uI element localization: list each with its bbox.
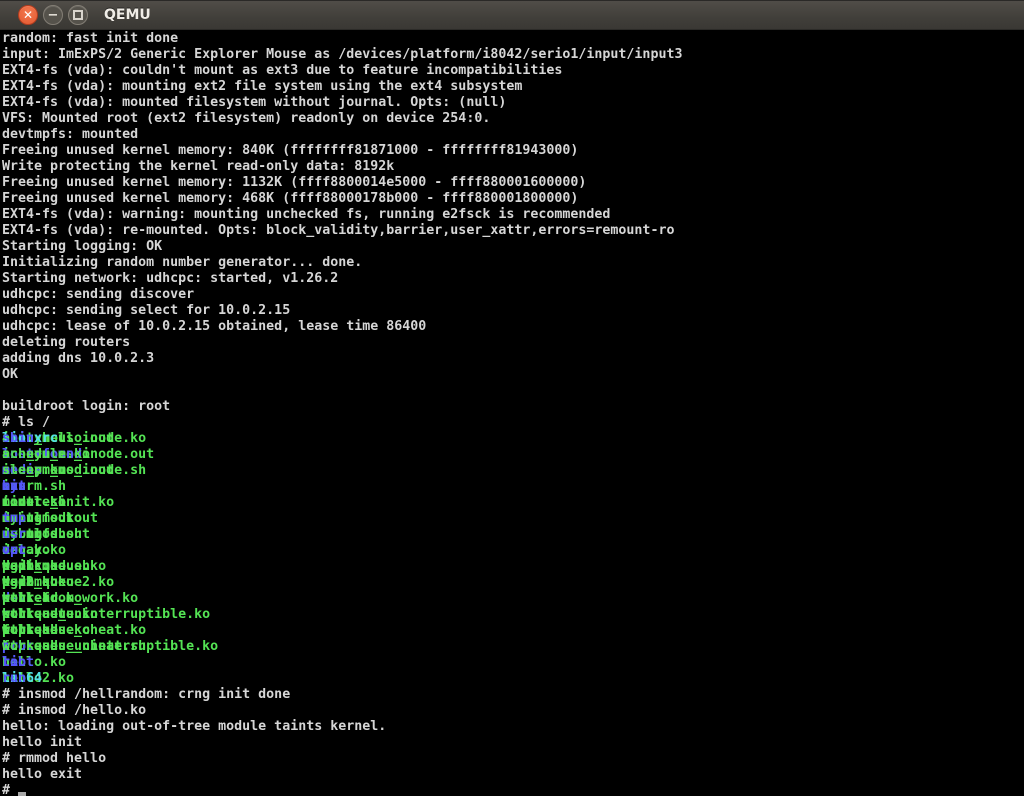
listing-row: anonymous_inode.koinit_hello.outlinuxrcs… [2,431,1024,447]
file-entry: sleep.ko [2,463,66,479]
terminal-line: Starting logging: OK [2,239,1024,255]
terminal-line: EXT4-fs (vda): couldn't mount as ext3 du… [2,63,1024,79]
terminal-line: hello init [2,735,1024,751]
listing-row: bininsrm.shmntsys [2,479,1024,495]
terminal-line: adding dns 10.0.2.3 [2,351,1024,367]
prompt-line: # [2,783,1024,796]
terminal-line: # rmmod hello [2,751,1024,767]
terminal-line: hello exit [2,767,1024,783]
minimize-icon: − [48,9,59,22]
terminal-line: Freeing unused kernel memory: 1132K (fff… [2,175,1024,191]
terminal-line: VFS: Mounted root (ext2 filesystem) read… [2,111,1024,127]
file-entry: schedule.ko [2,447,90,463]
terminal-line: EXT4-fs (vda): mounting ext2 file system… [2,79,1024,95]
terminal-line: input: ImExPS/2 Generic Explorer Mouse a… [2,47,1024,63]
listing-row: fops.kokthreads.kopoll.shworkqueue_cheat… [2,623,1024,639]
file-entry: workqueue.ko [2,607,98,623]
listing-row: debugfs.shioctl.shmyrmmod.outusr [2,527,1024,543]
terminal-line: udhcpc: sending select for 10.0.2.15 [2,303,1024,319]
file-entry: root [2,655,34,671]
listing-row: anonymous_inode.shins_rm_mod.outmediasle… [2,463,1024,479]
terminal-line: Freeing unused kernel memory: 840K (ffff… [2,143,1024,159]
listing-row: anonymous_inode.outins_rm_modlost+founds… [2,447,1024,463]
listing-row: hello.kolibroot [2,655,1024,671]
terminal-line: Initializing random number generator... … [2,255,1024,271]
terminal-line: random: fast init done [2,31,1024,47]
file-entry: wait_queue2.ko [2,575,114,591]
file-entry: workqueue_cheat.ko [2,623,146,639]
maximize-icon [73,10,83,20]
close-icon: ✕ [23,9,33,22]
file-entry: usr [2,527,26,543]
terminal-line: Write protecting the kernel read-only da… [2,159,1024,175]
terminal-line: # insmod /hello.ko [2,703,1024,719]
titlebar[interactable]: ✕ − QEMU [0,0,1024,30]
terminal-line: # insmod /hellrandom: crng init done [2,687,1024,703]
terminal-line: Freeing unused kernel memory: 468K (ffff… [2,191,1024,207]
file-entry: work_from_work.ko [2,591,138,607]
file-entry: sys [2,479,26,495]
file-entry: timer.ko [2,495,66,511]
terminal-line: EXT4-fs (vda): warning: mounting uncheck… [2,207,1024,223]
listing-row: debugfs.koioctl.outmyinsmod.outtmp [2,511,1024,527]
listing-row: count.shioctl.komodule_init.kotimer.ko [2,495,1024,511]
maximize-button[interactable] [68,5,88,25]
terminal-line: EXT4-fs (vda): re-mounted. Opts: block_v… [2,223,1024,239]
listing-row: dep.kokgdb-mod.shpanic.kowait_queue.ko [2,559,1024,575]
listing-row: dep2.kokgdb.shparams.kowait_queue2.ko [2,575,1024,591]
listing-row: fops.shkthreads_uninterruptible.koprocwo… [2,639,1024,655]
terminal-line: udhcpc: sending discover [2,287,1024,303]
window-title: QEMU [104,7,151,23]
terminal-line: hello: loading out-of-tree module taints… [2,719,1024,735]
listing-row: etckthread_uninterruptible.kopoll.outwor… [2,607,1024,623]
terminal-line: buildroot login: root [2,399,1024,415]
text-cursor [18,792,26,796]
terminal-line: deleting routers [2,335,1024,351]
terminal-line: OK [2,367,1024,383]
minimize-button[interactable]: − [43,5,63,25]
listing-row: delay.koirq.kooptvar [2,543,1024,559]
terminal-line: Starting network: udhcpc: started, v1.26… [2,271,1024,287]
terminal-screen[interactable]: random: fast init doneinput: ImExPS/2 Ge… [0,30,1024,796]
terminal-line: # ls / [2,415,1024,431]
terminal-line: devtmpfs: mounted [2,127,1024,143]
qemu-window: ✕ − QEMU random: fast init doneinput: Im… [0,0,1024,796]
listing-row: devkthread.kopoll.kowork_from_work.ko [2,591,1024,607]
file-entry: wait_queue.ko [2,559,106,575]
file-entry: var [2,543,26,559]
terminal-line: udhcpc: lease of 10.0.2.15 obtained, lea… [2,319,1024,335]
close-button[interactable]: ✕ [18,5,38,25]
file-entry: run [2,671,26,687]
file-entry: sbin [2,431,34,447]
terminal-line: EXT4-fs (vda): mounted filesystem withou… [2,95,1024,111]
file-entry: workqueue_cheat.sh [2,639,146,655]
terminal-line [2,383,1024,399]
file-entry: tmp [2,511,26,527]
listing-row: hello2.kolib64run [2,671,1024,687]
